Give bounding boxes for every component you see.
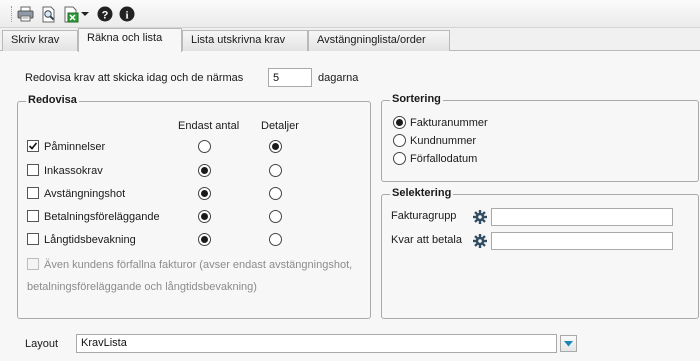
tab-label: Räkna och lista [87,32,163,44]
aven-forfallna-label-line1: Även kundens förfallna fakturor (avser e… [44,259,353,271]
row-label-avstangningshot: Avstängningshot [44,188,126,200]
checkbox-avstangningshot[interactable] [27,187,39,199]
sortering-group: Sortering Fakturanummer Kundnummer Förfa… [381,93,699,182]
svg-text:?: ? [102,9,109,21]
radio-dot [201,213,208,220]
export-button[interactable] [62,5,80,23]
tab-rakna-och-lista[interactable]: Räkna och lista [78,28,182,52]
help-button[interactable]: ? [96,5,114,23]
row-label-inkassokrav: Inkassokrav [44,165,103,177]
checkbox-paminnelser[interactable] [27,140,39,152]
tab-content: Redovisa krav att skicka idag och de när… [0,51,700,361]
checkbox-aven-forfallna[interactable] [27,258,39,270]
toolbar: ? i [0,0,700,28]
radio-dot [201,167,208,174]
export-dropdown-button[interactable] [80,5,90,23]
gear-icon[interactable] [473,234,487,248]
sortering-title: Sortering [390,93,443,105]
sort-label-fakturanummer: Fakturanummer [410,117,488,129]
selektering-group: Selektering Fakturagrupp Kvar att betala [381,187,699,319]
row-label-langtidsbevakning: Långtidsbevakning [44,234,136,246]
print-button[interactable] [16,5,34,23]
print-preview-icon [42,6,54,22]
col-endast-antal: Endast antal [178,120,240,132]
svg-text:i: i [125,9,128,21]
info-button[interactable]: i [118,5,136,23]
tab-label: Lista utskrivna krav [191,34,286,46]
fakturagrupp-input[interactable] [491,208,673,226]
radio-dot [396,119,403,126]
aven-forfallna-label-line2: betalningsföreläggande och långtidsbevak… [27,281,257,293]
radio-forfallodatum[interactable] [393,152,406,165]
redovisa-group: Redovisa Endast antal Detaljer Påminnels… [17,94,371,319]
radio-fakturanummer[interactable] [393,116,406,129]
tab-avstangningslista-order[interactable]: Avstängninglista/order [308,30,450,51]
kvar-att-betala-input[interactable] [491,232,673,250]
tab-lista-utskrivna-krav[interactable]: Lista utskrivna krav [182,30,308,51]
tab-label: Avstängninglista/order [317,34,426,46]
printer-icon [17,6,33,22]
dropdown-arrow-icon [81,12,89,16]
checkbox-langtidsbevakning[interactable] [27,233,39,245]
checkbox-inkassokrav[interactable] [27,164,39,176]
kvar-att-betala-label: Kvar att betala [391,234,462,246]
radio-avstangningshot-detaljer[interactable] [269,187,282,200]
tab-skriv-krav[interactable]: Skriv krav [2,30,78,51]
checkbox-betalningsforelaggande[interactable] [27,210,39,222]
sort-label-forfallodatum: Förfallodatum [410,153,478,165]
tab-strip: Skriv krav Räkna och lista Lista utskriv… [0,28,700,52]
sort-label-kundnummer: Kundnummer [410,135,477,147]
radio-paminnelser-endast[interactable] [198,140,211,153]
checkmark-icon [28,142,38,150]
row-label-paminnelser: Påminnelser [44,141,106,153]
days-input[interactable] [268,68,312,87]
radio-betalningsforelaggande-endast[interactable] [198,210,211,223]
col-detaljer: Detaljer [261,120,299,132]
fakturagrupp-label: Fakturagrupp [391,210,457,222]
radio-kundnummer[interactable] [393,134,406,147]
gear-icon[interactable] [473,210,487,224]
layout-dropdown-button[interactable] [560,335,577,352]
radio-langtidsbevakning-endast[interactable] [198,233,211,246]
chevron-down-icon [564,340,573,346]
export-icon [64,6,78,22]
radio-inkassokrav-endast[interactable] [198,164,211,177]
radio-avstangningshot-endast[interactable] [198,187,211,200]
print-preview-button[interactable] [39,5,57,23]
tab-label: Skriv krav [11,34,60,46]
radio-paminnelser-detaljer[interactable] [269,140,282,153]
days-suffix-label: dagarna [318,72,359,84]
redovisa-title: Redovisa [26,94,79,106]
help-icon: ? [97,6,113,22]
radio-betalningsforelaggande-detaljer[interactable] [269,210,282,223]
days-prefix-label: Redovisa krav att skicka idag och de när… [25,72,244,84]
radio-langtidsbevakning-detaljer[interactable] [269,233,282,246]
toolbar-grip [11,6,13,22]
row-label-betalningsforelaggande: Betalningsföreläggande [44,211,160,223]
radio-inkassokrav-detaljer[interactable] [269,164,282,177]
selektering-title: Selektering [390,187,454,199]
layout-label: Layout [25,338,59,350]
radio-dot [272,143,279,150]
layout-value: KravLista [81,337,127,349]
radio-dot [201,236,208,243]
layout-select[interactable]: KravLista [76,334,557,353]
radio-dot [201,190,208,197]
info-icon: i [119,6,135,22]
